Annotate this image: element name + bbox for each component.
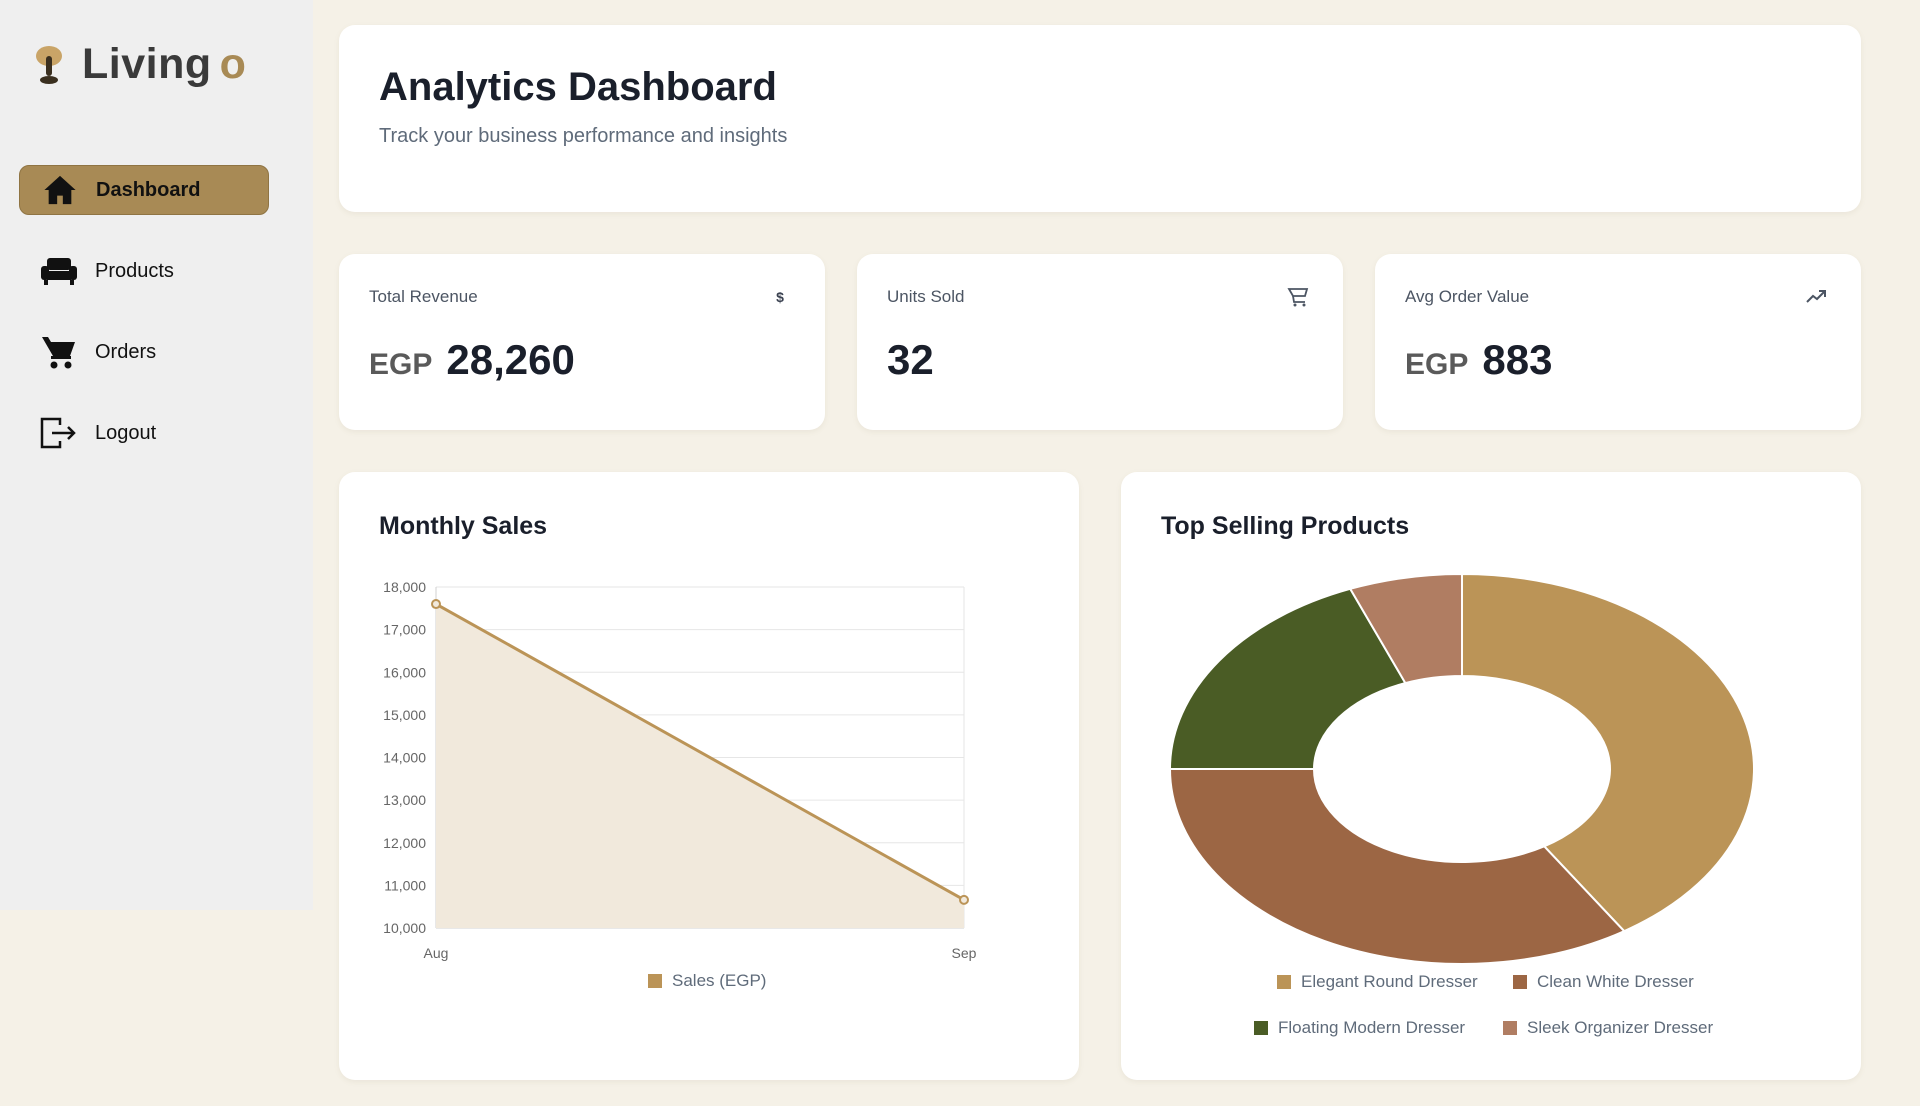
area-fill (436, 604, 964, 928)
top-products-donut-chart (1168, 572, 1755, 965)
legend-item[interactable]: Floating Modern Dresser (1254, 1018, 1465, 1038)
data-point[interactable] (431, 599, 441, 610)
monthly-sales-card: Monthly Sales 18,000 17,000 16,000 15,000 14… (339, 472, 1079, 1080)
logo-suffix: o (219, 40, 246, 88)
chart-legend[interactable]: Sales (EGP) (648, 971, 766, 991)
y-tick-label: 17,000 (383, 622, 426, 638)
legend-label: Sleek Organizer Dresser (1527, 1018, 1714, 1037)
sidebar-item-label: Orders (95, 340, 157, 363)
x-tick-label: Sep (952, 945, 977, 961)
sidebar-item-label: Products (95, 259, 174, 282)
y-tick-label: 12,000 (383, 835, 426, 851)
cart-outline-icon (1287, 286, 1309, 308)
legend-swatch (1513, 975, 1527, 989)
legend-item[interactable]: Clean White Dresser (1513, 972, 1694, 992)
sidebar-item-dashboard[interactable]: Dashboard (19, 165, 269, 215)
page-title: Analytics Dashboard (379, 65, 777, 109)
legend-swatch (648, 974, 662, 988)
legend-label: Clean White Dresser (1537, 972, 1694, 991)
home-icon (40, 170, 80, 210)
legend-item[interactable]: Sleek Organizer Dresser (1503, 1018, 1713, 1038)
stat-value: EGP 28,260 (369, 336, 575, 384)
stat-label: Avg Order Value (1405, 287, 1530, 306)
trending-up-icon (1805, 286, 1827, 308)
legend-swatch (1277, 975, 1291, 989)
legend-item[interactable]: Elegant Round Dresser (1277, 972, 1478, 992)
sidebar-nav: Dashboard Products Orders Logout (19, 165, 269, 489)
logo-text: Living (82, 40, 212, 88)
logout-icon (39, 413, 79, 453)
sidebar-item-products[interactable]: Products (19, 246, 269, 296)
stat-number: 32 (887, 336, 934, 383)
logo[interactable]: Living o (32, 40, 246, 89)
currency-prefix: EGP (369, 348, 433, 381)
stat-label: Units Sold (887, 287, 965, 306)
sidebar: Living o Dashboard Products Orders Logou… (0, 0, 313, 910)
stat-value: EGP 883 (1405, 336, 1552, 384)
legend-label: Floating Modern Dresser (1278, 1018, 1466, 1037)
data-point[interactable] (959, 894, 969, 905)
sidebar-item-label: Logout (95, 421, 157, 444)
pie-slice[interactable] (1168, 768, 1626, 965)
x-tick-label: Aug (424, 945, 449, 961)
stat-number: 883 (1482, 336, 1553, 383)
legend-swatch (1503, 1021, 1517, 1035)
sidebar-item-orders[interactable]: Orders (19, 327, 269, 377)
y-tick-label: 15,000 (383, 707, 426, 723)
sidebar-item-label: Dashboard (96, 178, 201, 201)
legend-swatch (1254, 1021, 1268, 1035)
y-tick-label: 16,000 (383, 664, 426, 680)
y-tick-label: 18,000 (383, 579, 426, 595)
y-tick-label: 10,000 (383, 920, 426, 936)
lamp-logo-icon (36, 45, 62, 84)
stat-card-avg-order-value: Avg Order Value EGP 883 (1375, 254, 1861, 430)
sofa-icon (39, 251, 79, 291)
top-products-card: Top Selling Products Elegant Round Dress… (1121, 472, 1861, 1080)
cart-icon (39, 332, 79, 372)
legend-label: Sales (EGP) (672, 971, 767, 990)
stat-value: 32 (887, 336, 934, 384)
stat-number: 28,260 (446, 336, 575, 383)
stat-card-total-revenue: Total Revenue $ EGP 28,260 (339, 254, 825, 430)
y-tick-label: 14,000 (383, 750, 426, 766)
dollar-icon: $ (776, 289, 784, 305)
header-card: Analytics Dashboard Track your business … (339, 25, 1861, 212)
currency-prefix: EGP (1405, 348, 1469, 381)
legend-label: Elegant Round Dresser (1301, 972, 1478, 991)
stat-card-units-sold: Units Sold 32 (857, 254, 1343, 430)
sidebar-item-logout[interactable]: Logout (19, 408, 269, 458)
stat-label: Total Revenue (369, 287, 478, 306)
y-tick-label: 11,000 (384, 877, 426, 893)
page-subtitle: Track your business performance and insi… (379, 125, 788, 147)
y-tick-label: 13,000 (383, 792, 426, 808)
